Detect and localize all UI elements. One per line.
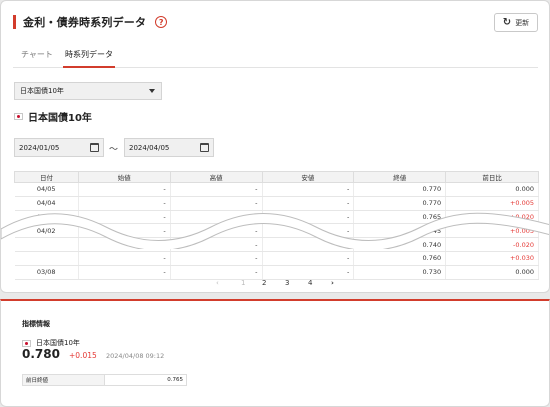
pagination: ‹ 1 2 3 4 › [206,279,356,291]
column-header: 日付 [14,171,79,183]
cell-change: 0.000 [445,182,539,197]
table-header-row: 日付 始値 高値 安値 終値 前日比 [14,171,539,183]
cell-close: 0.760 [353,251,447,266]
cell-open: - [78,182,171,197]
tab-timeseries[interactable]: 時系列データ [63,49,115,68]
cell-change: 0.000 [445,265,539,280]
date-from-input[interactable]: 2024/01/05 [14,138,104,157]
japan-flag-icon [14,113,23,120]
cell-change: +0.030 [445,251,539,266]
calendar-icon[interactable] [90,143,99,152]
cell-high: - [170,182,263,197]
indicator-title: 指標情報 [22,320,50,328]
refresh-button[interactable]: ↻ 更新 [494,13,538,32]
table-row: - - - 0.760 +0.030 [14,251,539,266]
indicator-timestamp: 2024/04/08 09:12 [106,352,165,360]
cell-date: 03/08 [14,265,79,280]
cell-date: 04/05 [14,182,79,197]
column-header: 始値 [77,171,171,183]
date-from-value: 2024/01/05 [19,143,60,152]
table-row: 04/05 - - - 0.770 0.000 [14,182,539,197]
pager-page[interactable]: 2 [262,279,266,287]
title-accent-bar [13,15,16,29]
cell-low: - [262,265,355,280]
refresh-icon: ↻ [502,17,512,28]
section-title: 日本国債10年 [14,109,92,124]
column-header: 安値 [261,171,355,183]
cell-open: - [78,265,171,280]
cell-close: 0.770 [353,182,447,197]
pager-page[interactable]: 4 [308,279,312,287]
indicator-card: 指標情報 日本国債10年 0.780 +0.015 2024/04/08 09:… [0,299,550,407]
calendar-icon[interactable] [200,143,209,152]
pager-page[interactable]: 1 [241,279,245,287]
date-separator: 〜 [109,145,119,155]
chevron-down-icon [149,89,155,93]
pager-prev[interactable]: ‹ [216,279,219,287]
cell-high: - [170,265,263,280]
timeseries-card: 金利・債券時系列データ ? ↻ 更新 チャート 時系列データ 日本国債10年 日… [0,0,550,293]
cell-low: - [262,182,355,197]
tab-bar: チャート 時系列データ [13,49,538,68]
indicator-change: +0.015 [69,351,97,360]
column-header: 終値 [353,171,447,183]
column-header: 前日比 [445,171,539,183]
page-title: 金利・債券時系列データ [23,16,147,29]
bond-select[interactable]: 日本国債10年 [14,82,162,100]
pager-next[interactable]: › [331,279,334,287]
previous-close-row: 前日終値 0.765 [22,374,187,386]
previous-close-value: 0.765 [167,377,183,383]
refresh-label: 更新 [515,18,530,27]
truncation-wave [1,212,549,249]
table-row: 03/08 - - - 0.730 0.000 [14,265,539,280]
cell-open: - [78,251,171,266]
cell-close: 0.730 [353,265,447,280]
date-to-value: 2024/04/05 [129,143,170,152]
pager-page[interactable]: 3 [285,279,289,287]
cell-date [14,251,79,266]
help-icon[interactable]: ? [155,16,168,28]
date-to-input[interactable]: 2024/04/05 [124,138,214,157]
cell-high: - [170,251,263,266]
japan-flag-icon [22,339,31,347]
page-header: 金利・債券時系列データ ? [13,14,168,30]
indicator-value: 0.780 [22,347,60,361]
tab-chart[interactable]: チャート [21,49,53,68]
section-title-text: 日本国債10年 [28,113,92,124]
bond-select-value: 日本国債10年 [20,87,64,95]
cell-low: - [262,251,355,266]
column-header: 高値 [169,171,263,183]
previous-close-label: 前日終値 [23,375,105,385]
